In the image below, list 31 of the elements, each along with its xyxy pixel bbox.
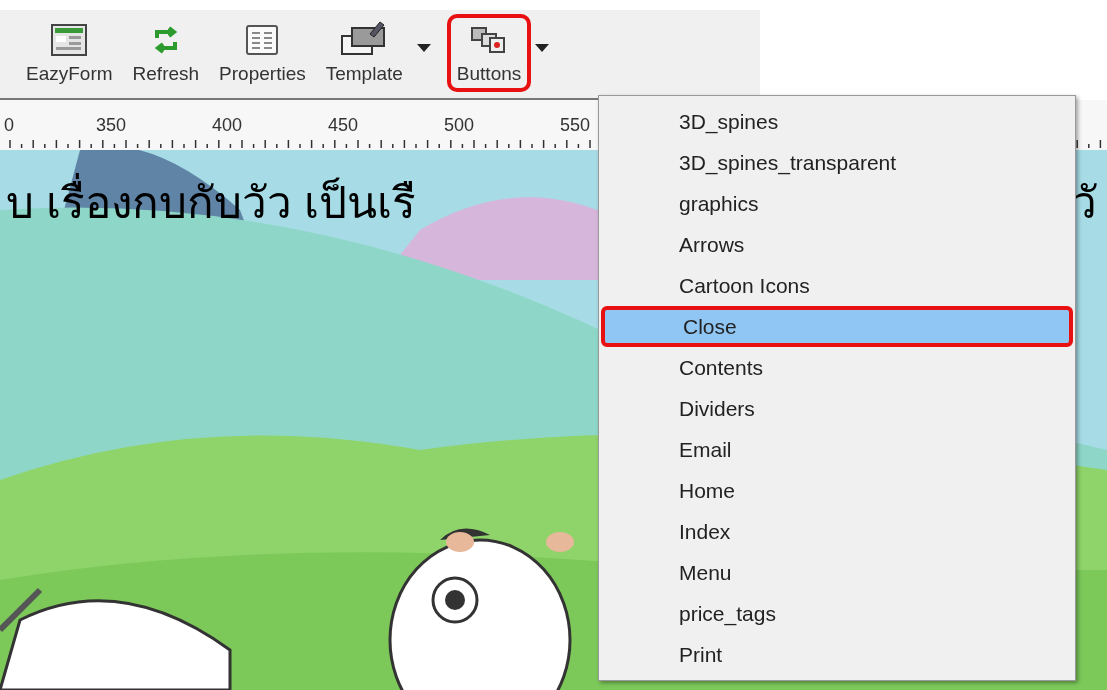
- form-icon: [51, 23, 88, 56]
- menu-item[interactable]: Arrows: [601, 224, 1073, 265]
- menu-item[interactable]: graphics: [601, 183, 1073, 224]
- toolbar-button[interactable]: Buttons: [446, 14, 532, 92]
- document-icon: [245, 23, 280, 56]
- menu-item[interactable]: Print: [601, 634, 1073, 675]
- toolbar-button[interactable]: Properties: [209, 14, 316, 92]
- caret-icon[interactable]: [416, 44, 431, 52]
- caret-icon[interactable]: [535, 44, 550, 52]
- page-title-text: วั: [1072, 177, 1097, 229]
- menu-item[interactable]: Email: [601, 429, 1073, 470]
- menu-item[interactable]: Contents: [601, 347, 1073, 388]
- menu-item[interactable]: 3D_spines_transparent: [601, 142, 1073, 183]
- ruler-label: 500: [444, 114, 475, 137]
- page-title-text: บ เรื่องกบกับวัว เป็นเรื: [6, 170, 417, 236]
- menu-item[interactable]: Menu: [601, 552, 1073, 593]
- ruler-label: 450: [328, 114, 359, 137]
- menu-item[interactable]: Index: [601, 511, 1073, 552]
- ruler-label: 350: [96, 114, 127, 137]
- ruler-label: 400: [212, 114, 243, 137]
- menu-item[interactable]: Dividers: [601, 388, 1073, 429]
- menu-item[interactable]: Home: [601, 470, 1073, 511]
- ruler-label: 550: [560, 114, 591, 137]
- toolbar-button[interactable]: EazyForm: [16, 14, 123, 92]
- ruler-label: 0: [4, 114, 14, 137]
- menu-item[interactable]: Close: [601, 306, 1073, 347]
- menu-item[interactable]: 3D_spines: [601, 101, 1073, 142]
- toolbar-button[interactable]: Refresh: [122, 14, 210, 92]
- toolbar-button[interactable]: Template: [315, 14, 413, 92]
- menu-item[interactable]: Cartoon Icons: [601, 265, 1073, 306]
- menu-item[interactable]: price_tags: [601, 593, 1073, 634]
